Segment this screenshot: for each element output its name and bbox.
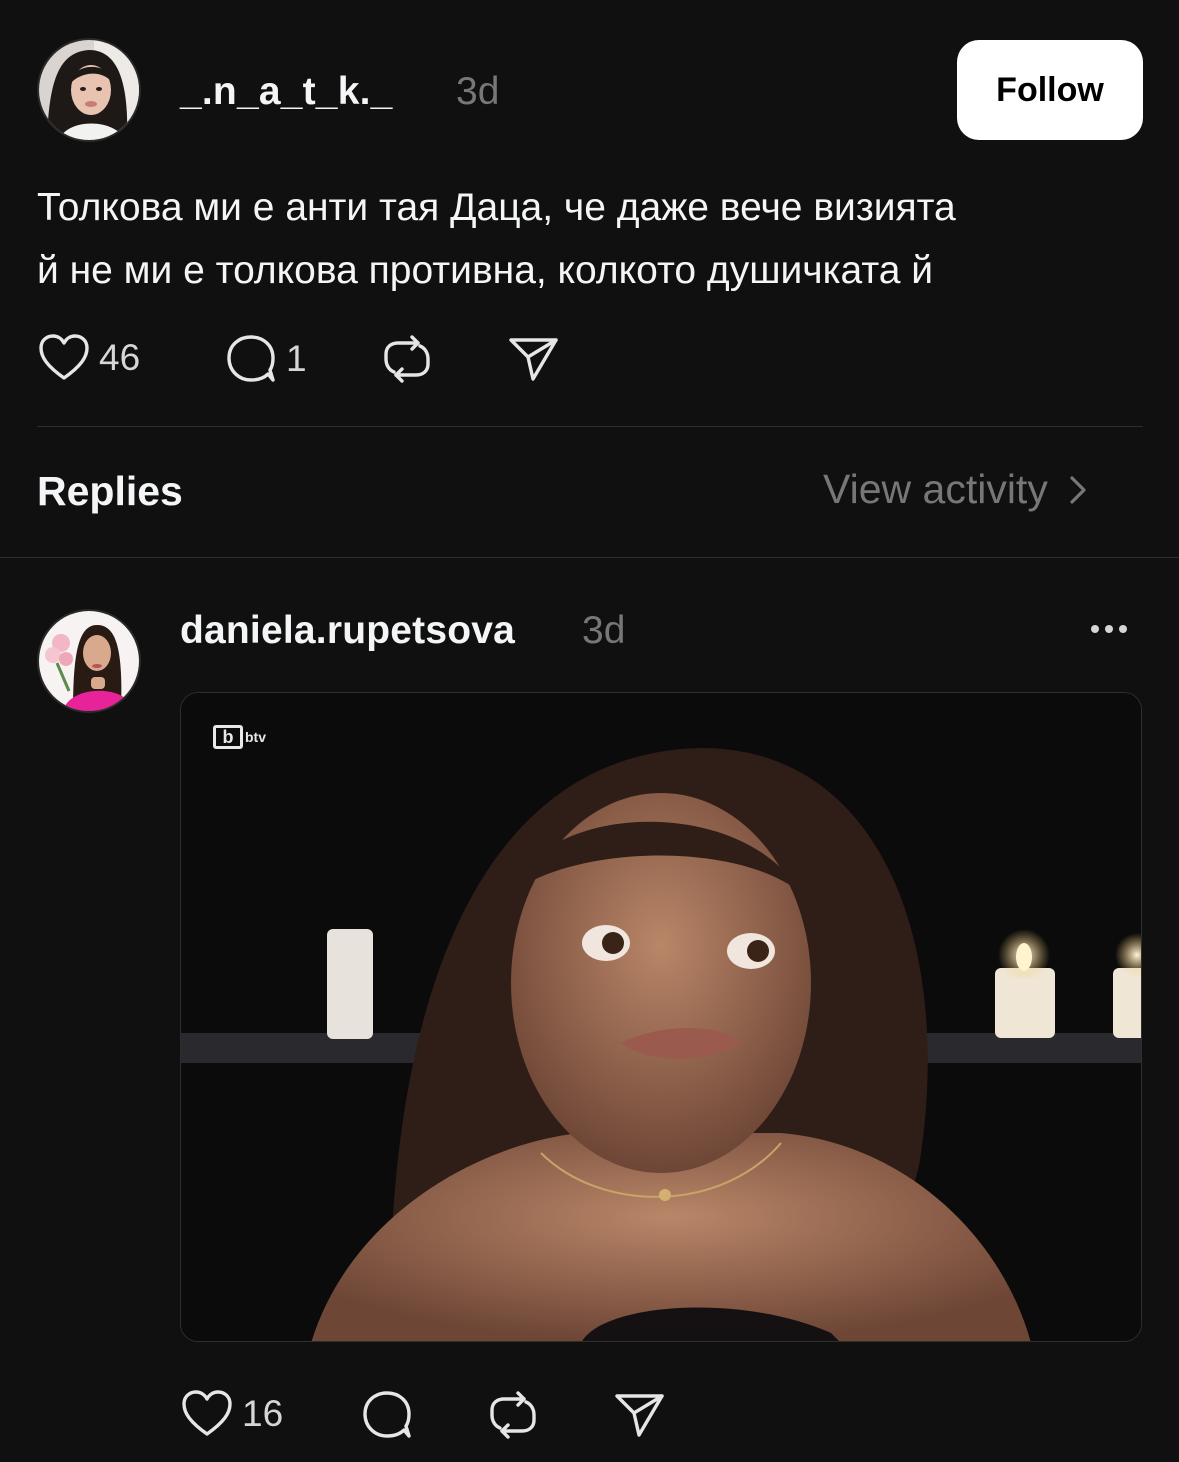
post-divider — [37, 426, 1143, 427]
repost-icon — [490, 1391, 536, 1439]
more-dots-icon — [1091, 625, 1127, 633]
send-icon — [509, 338, 558, 381]
author-avatar[interactable] — [37, 38, 141, 142]
send-icon — [615, 1394, 664, 1437]
post-timestamp: 3d — [456, 70, 500, 113]
reply-reply-button[interactable] — [360, 1388, 414, 1442]
btv-logo-text: btv — [245, 729, 266, 745]
btv-logo: b btv — [213, 725, 266, 749]
heart-icon — [182, 1390, 232, 1436]
more-options-button[interactable] — [1087, 613, 1131, 650]
replies-heading: Replies — [37, 468, 183, 514]
reply-like-button[interactable]: 16 — [180, 1388, 283, 1440]
section-divider — [0, 557, 1179, 558]
post-body: Толкова ми е анти тая Даца, че даже вече… — [37, 176, 1147, 302]
reply-timestamp: 3d — [582, 609, 626, 652]
like-button[interactable]: 46 — [37, 332, 140, 384]
speech-bubble-icon — [227, 335, 275, 382]
heart-icon — [39, 334, 89, 380]
speech-bubble-icon — [363, 1391, 411, 1438]
reply-button[interactable]: 1 — [224, 332, 307, 386]
like-count: 46 — [99, 337, 141, 378]
view-activity-label: View activity — [823, 466, 1048, 512]
reply-share-button[interactable] — [612, 1388, 666, 1442]
follow-button[interactable]: Follow — [957, 40, 1143, 140]
post-text-line-2: й не ми е толкова противна, колкото души… — [37, 249, 934, 292]
repost-icon — [384, 335, 430, 383]
repost-button[interactable] — [380, 332, 434, 386]
media-photo — [181, 693, 1141, 1341]
chevron-right-icon — [1070, 475, 1086, 504]
reply-media-image[interactable]: b btv — [180, 692, 1142, 1342]
reply-author-avatar[interactable] — [37, 609, 141, 713]
share-button[interactable] — [506, 332, 560, 386]
reply-repost-button[interactable] — [486, 1388, 540, 1442]
author-username[interactable]: _.n_a_t_k._ — [180, 70, 393, 114]
reply-author-username[interactable]: daniela.rupetsova — [180, 609, 515, 653]
reply-count: 1 — [286, 338, 307, 379]
view-activity-link[interactable]: View activity — [823, 466, 1100, 513]
post-text-line-1: Толкова ми е анти тая Даца, че даже вече… — [37, 186, 956, 229]
reply-like-count: 16 — [242, 1393, 284, 1434]
